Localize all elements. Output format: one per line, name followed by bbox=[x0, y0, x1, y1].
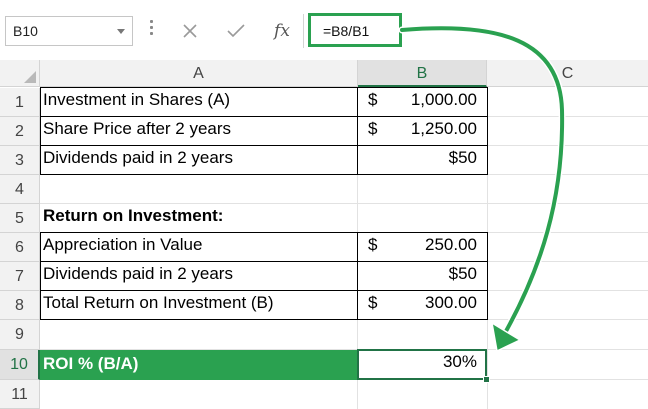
row-header[interactable]: 4 bbox=[0, 175, 40, 204]
formula-highlight-box bbox=[308, 13, 402, 47]
cell-a5[interactable]: Return on Investment: bbox=[41, 206, 357, 232]
currency-symbol: $ bbox=[368, 235, 378, 254]
cell-a10[interactable]: ROI % (B/A) bbox=[40, 350, 358, 380]
cell-value: 1,250.00 bbox=[410, 119, 477, 138]
cell-b1[interactable]: $ 1,000.00 bbox=[358, 90, 487, 116]
cell-b2[interactable]: $ 1,250.00 bbox=[358, 119, 487, 145]
fill-handle[interactable] bbox=[483, 376, 490, 383]
column-header-a[interactable]: A bbox=[40, 60, 358, 87]
row-header[interactable]: 6 bbox=[0, 233, 40, 262]
cell-a7[interactable]: Dividends paid in 2 years bbox=[41, 264, 357, 290]
cell-a8[interactable]: Total Return on Investment (B) bbox=[41, 293, 357, 319]
row-header[interactable]: 2 bbox=[0, 117, 40, 146]
select-all-button[interactable] bbox=[0, 60, 40, 87]
row-header[interactable]: 9 bbox=[0, 320, 40, 350]
close-icon bbox=[183, 24, 197, 38]
row-header[interactable]: 5 bbox=[0, 204, 40, 233]
insert-function-button[interactable]: fx bbox=[264, 16, 300, 46]
row-header[interactable]: 11 bbox=[0, 380, 40, 409]
row-header[interactable]: 3 bbox=[0, 146, 40, 175]
row-header[interactable]: 10 bbox=[0, 350, 40, 380]
currency-symbol: $ bbox=[368, 119, 378, 138]
cell-value: 300.00 bbox=[425, 293, 477, 312]
chevron-down-icon[interactable] bbox=[117, 29, 125, 34]
row-header[interactable]: 1 bbox=[0, 88, 40, 117]
spreadsheet-grid: A B C 1 2 3 4 5 6 7 8 9 10 11 Investment… bbox=[0, 60, 648, 409]
check-icon bbox=[227, 24, 245, 38]
column-header-b[interactable]: B bbox=[358, 60, 487, 87]
enter-button[interactable] bbox=[218, 16, 254, 46]
currency-symbol: $ bbox=[368, 293, 378, 312]
cell-b3[interactable]: $50 bbox=[358, 148, 487, 174]
cell-b7[interactable]: $50 bbox=[358, 264, 487, 290]
more-options-icon bbox=[150, 20, 154, 40]
active-cell-border bbox=[357, 349, 487, 380]
formula-bar: B10 fx =B8/B1 bbox=[0, 0, 648, 60]
cell-a3[interactable]: Dividends paid in 2 years bbox=[41, 148, 357, 174]
cell-b6[interactable]: $ 250.00 bbox=[358, 235, 487, 261]
cell-value: $50 bbox=[448, 148, 477, 167]
cell-a2[interactable]: Share Price after 2 years bbox=[41, 119, 357, 145]
roi-label: ROI % (B/A) bbox=[43, 354, 139, 373]
cell-value: 250.00 bbox=[425, 235, 477, 254]
cell-b8[interactable]: $ 300.00 bbox=[358, 293, 487, 319]
name-box[interactable]: B10 bbox=[5, 16, 133, 46]
cell-value: 1,000.00 bbox=[410, 90, 477, 109]
cell-value: $50 bbox=[448, 264, 477, 283]
row-header[interactable]: 8 bbox=[0, 291, 40, 320]
cancel-button[interactable] bbox=[172, 16, 208, 46]
row-header[interactable]: 7 bbox=[0, 262, 40, 291]
function-label: fx bbox=[274, 21, 290, 41]
currency-symbol: $ bbox=[368, 90, 378, 109]
cell-a1[interactable]: Investment in Shares (A) bbox=[41, 90, 357, 116]
cell-a6[interactable]: Appreciation in Value bbox=[41, 235, 357, 261]
column-header-c[interactable]: C bbox=[487, 60, 648, 87]
